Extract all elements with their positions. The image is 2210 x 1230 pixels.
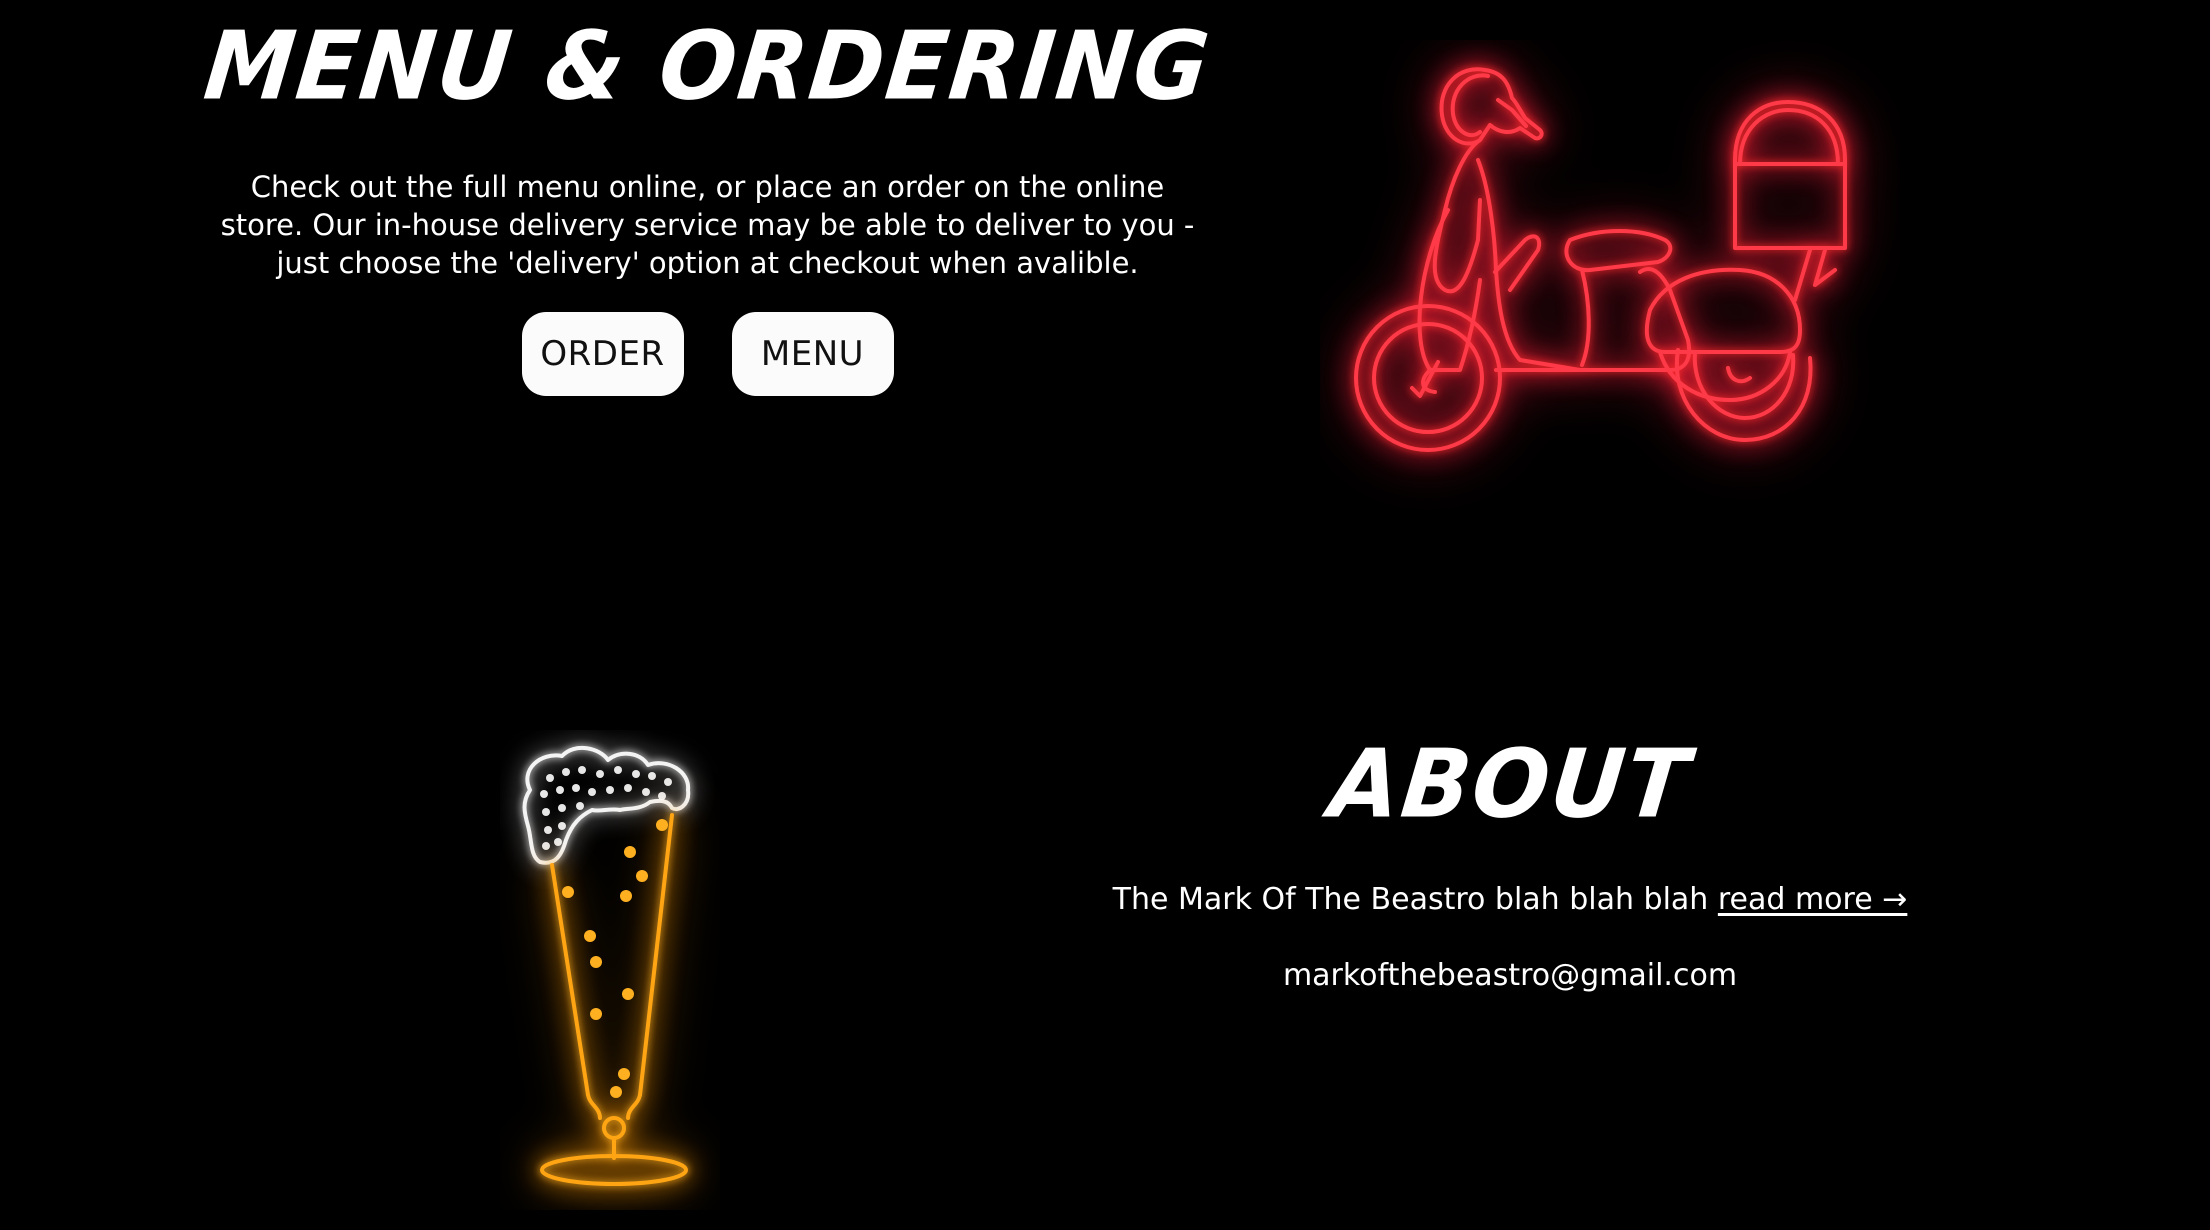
menu-ordering-section: MENU & ORDERING Check out the full menu … [199, 0, 1216, 396]
about-blurb: The Mark Of The Beastro blah blah blah [1112, 882, 1718, 917]
order-button[interactable]: ORDER [521, 312, 684, 396]
menu-button[interactable]: MENU [731, 312, 894, 396]
about-section: ABOUT The Mark Of The Beastro blah blah … [1110, 729, 1910, 1026]
page: MENU & ORDERING Check out the full menu … [0, 0, 2210, 1230]
neon-beer-glass-icon [522, 745, 691, 1186]
menu-ordering-title: MENU & ORDERING [199, 11, 1216, 122]
neon-delivery-scooter-icon [1354, 67, 1847, 452]
contact-email[interactable]: markofthebeastro@gmail.com [1110, 956, 1910, 996]
menu-button-row: ORDER MENU [200, 312, 1215, 396]
read-more-link[interactable]: read more → [1718, 882, 1907, 917]
menu-ordering-description: Check out the full menu online, or place… [220, 170, 1195, 280]
about-text: The Mark Of The Beastro blah blah blah r… [1110, 880, 1910, 920]
about-title: ABOUT [1324, 729, 1696, 840]
